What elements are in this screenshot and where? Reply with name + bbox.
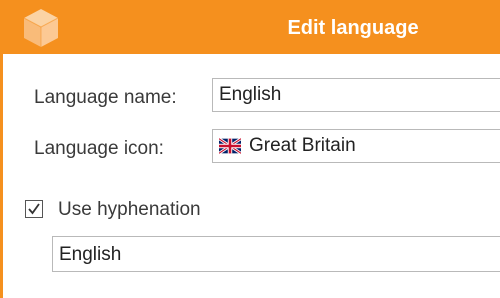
- cube-icon: [23, 9, 59, 47]
- hyphenation-checkbox[interactable]: [25, 200, 43, 218]
- hyphenation-language-select[interactable]: English: [52, 236, 500, 272]
- language-name-label: Language name:: [34, 87, 177, 108]
- checkmark-icon: [28, 203, 40, 215]
- flag-gb-icon: [219, 138, 241, 154]
- language-icon-label: Language icon:: [34, 138, 164, 159]
- edit-language-dialog: Edit language Language name: English Lan…: [0, 0, 500, 298]
- title-bar: Edit language: [3, 0, 500, 54]
- dialog-title: Edit language: [287, 17, 419, 39]
- language-name-input[interactable]: English: [212, 78, 500, 112]
- hyphenation-label: Use hyphenation: [58, 199, 201, 220]
- language-icon-select[interactable]: Great Britain: [212, 129, 500, 163]
- language-icon-value: Great Britain: [249, 135, 356, 156]
